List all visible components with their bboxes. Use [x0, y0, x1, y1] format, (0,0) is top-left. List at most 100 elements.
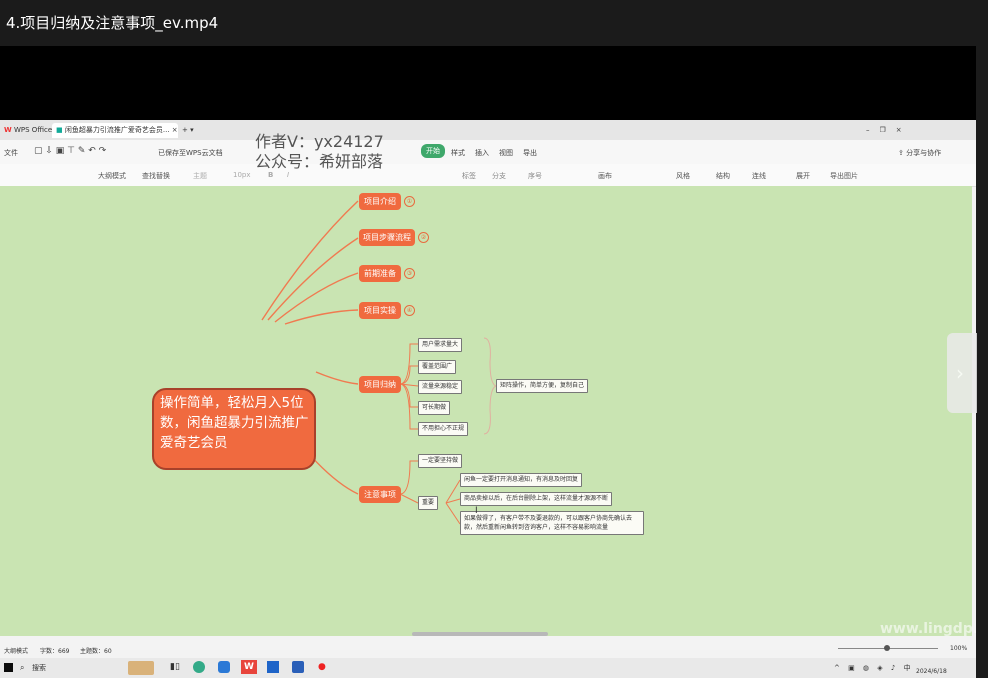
wps-status-bar: 大纲模式 字数：669 主题数：60 100% — [0, 636, 976, 658]
branch-practice[interactable]: 项目实操 — [359, 302, 401, 319]
badge-2: ② — [418, 232, 429, 243]
menu-tab-insert[interactable]: 插入 — [475, 148, 489, 158]
note-persist[interactable]: 一定要坚持做 — [418, 454, 463, 468]
tab-wps-label: WPS Office — [13, 126, 53, 134]
taskbar-search[interactable]: 搜索 — [32, 663, 46, 673]
mindmap-canvas[interactable]: 操作简单，轻松月入5位数，闲鱼超暴力引流推广爱奇艺会员 项目介绍 ① 项目步骤流… — [0, 186, 976, 637]
badge-4: ④ — [404, 305, 415, 316]
note-item-1[interactable]: 闲鱼一定要打开消息通知，有消息及时回复 — [460, 473, 583, 487]
tool-number[interactable]: 序号 — [528, 171, 542, 181]
player-title-bar: 4.项目归纳及注意事项_ev.mp4 — [0, 0, 988, 46]
connector-n2 — [399, 493, 419, 504]
record-icon[interactable]: ● — [318, 662, 326, 672]
zoom-slider-thumb[interactable] — [884, 645, 890, 651]
tool-expand[interactable]: 展开 — [796, 171, 810, 181]
tool-connector[interactable]: 连线 — [752, 171, 766, 181]
status-words: 字数：669 — [40, 648, 70, 655]
status-mode[interactable]: 大纲模式 — [4, 646, 28, 655]
tool-theme[interactable]: 主题 — [193, 171, 207, 181]
tool-bold[interactable]: B — [268, 171, 273, 179]
task-view-icon[interactable]: ▮▯ — [170, 662, 180, 672]
tab-document[interactable]: ■ 闲鱼超暴力引流推广爱奇艺会员... × — [52, 123, 178, 138]
connector-prep — [274, 272, 359, 323]
connector-intro — [261, 200, 359, 321]
windows-taskbar: ⌕ 搜索 ▮▯ W ● ^ ▣ ◍ ◈ ♪ 中 2024/6/18 — [0, 658, 976, 678]
branch-project-intro[interactable]: 项目介绍 — [359, 193, 401, 210]
share-icon: ⇪ — [898, 149, 904, 157]
branch-preparation[interactable]: 前期准备 — [359, 265, 401, 282]
mindmap-icon: ■ — [56, 126, 63, 134]
taskbar-widget-icon[interactable] — [128, 661, 154, 675]
share-button[interactable]: ⇪ 分享与协作 — [898, 148, 941, 158]
video-frame: W WPS Office ■ 闲鱼超暴力引流推广爱奇艺会员... × + ▾ –… — [0, 120, 976, 658]
menu-file[interactable]: 文件 — [4, 148, 18, 158]
windows-start-icon[interactable] — [4, 663, 13, 672]
tool-font-size[interactable]: 10px — [233, 171, 251, 179]
summary-item-5[interactable]: 不用担心不正规 — [418, 422, 469, 436]
editor-icon[interactable] — [292, 661, 304, 673]
summary-item-3[interactable]: 流量来源稳定 — [418, 380, 463, 394]
video-title: 4.项目归纳及注意事项_ev.mp4 — [6, 14, 219, 32]
mouse-cursor-icon: I — [475, 506, 478, 516]
tab-wps-office[interactable]: W WPS Office — [0, 123, 56, 138]
note-item-3[interactable]: 如果做得了，有客户带不及要退款的，可以跟客户协商先确认去款，然后重新闲鱼转到咨询… — [460, 511, 644, 535]
wps-tab-bar: W WPS Office ■ 闲鱼超暴力引流推广爱奇艺会员... × + ▾ –… — [0, 120, 976, 140]
tool-tag[interactable]: 标签 — [462, 171, 476, 181]
restore-icon[interactable]: ❐ — [880, 126, 896, 134]
branch-notes[interactable]: 注意事项 — [359, 486, 401, 503]
summary-item-4[interactable]: 可长期做 — [418, 401, 451, 415]
player-side-strip — [976, 46, 988, 678]
menu-tab-style[interactable]: 样式 — [451, 148, 465, 158]
branch-summary[interactable]: 项目归纳 — [359, 376, 401, 393]
site-watermark: www.lingdp.com — [880, 621, 976, 637]
tool-find-replace[interactable]: 查找替换 — [142, 171, 170, 181]
new-tab-button[interactable]: + ▾ — [178, 123, 198, 138]
search-icon[interactable]: ⌕ — [20, 663, 24, 673]
next-video-button[interactable]: › — [947, 333, 977, 413]
connector-practice — [284, 309, 359, 325]
app-icon[interactable] — [218, 661, 230, 673]
status-topic-count: 主题数：60 — [80, 648, 112, 655]
note-important[interactable]: 重要 — [418, 496, 439, 510]
connector-n5 — [445, 502, 461, 525]
cloud-save-status: 已保存至WPS云文档 — [158, 149, 223, 157]
window-controls[interactable]: –❐× — [862, 123, 916, 138]
tool-style[interactable]: 风格 — [676, 171, 690, 181]
tab-document-label: 闲鱼超暴力引流推广爱奇艺会员... — [64, 126, 170, 134]
tool-outline-mode[interactable]: 大纲模式 — [98, 171, 126, 181]
window-close-icon[interactable]: × — [896, 126, 912, 134]
tool-export-image[interactable]: 导出图片 — [830, 171, 858, 181]
screen-icon[interactable] — [267, 661, 279, 673]
quick-access-icons[interactable]: ▢ ⇩ ▣ ⊤ ✎ ↶ ↷ — [34, 146, 106, 156]
minimize-icon[interactable]: – — [866, 126, 880, 134]
central-topic[interactable]: 操作简单，轻松月入5位数，闲鱼超暴力引流推广爱奇艺会员 — [152, 388, 316, 470]
summary-bracket — [483, 337, 498, 435]
summary-note[interactable]: 矩阵操作，简单方便，复制自己 — [496, 379, 589, 393]
system-tray-icons[interactable]: ^ ▣ ◍ ◈ ♪ 中 — [834, 663, 914, 673]
wps-taskbar-icon[interactable]: W — [241, 660, 257, 674]
tool-italic[interactable]: I — [287, 171, 289, 179]
badge-1: ① — [404, 196, 415, 207]
branch-project-steps[interactable]: 项目步骤流程 — [359, 229, 415, 246]
close-icon[interactable]: × — [172, 126, 178, 134]
menu-tab-view[interactable]: 视图 — [499, 148, 513, 158]
note-item-2[interactable]: 商品卖掉以后，在后台删除上架，这样流量才源源不断 — [460, 492, 613, 506]
menu-tab-start[interactable]: 开始 — [421, 144, 445, 158]
wps-menu-bar: 文件 ▢ ⇩ ▣ ⊤ ✎ ↶ ↷ 已保存至WPS云文档 开始 样式 插入 视图 … — [0, 140, 976, 164]
author-watermark: 作者V：yx24127 公众号：希妍部落 — [255, 132, 384, 172]
chevron-right-icon: › — [956, 361, 964, 385]
wps-logo-icon: W — [4, 126, 12, 134]
summary-item-2[interactable]: 覆盖范围广 — [418, 360, 457, 374]
tool-branch[interactable]: 分支 — [492, 171, 506, 181]
status-zoom: 100% — [950, 645, 968, 652]
connector-s1 — [399, 343, 418, 385]
summary-item-1[interactable]: 用户需求量大 — [418, 338, 463, 352]
browser-icon[interactable] — [193, 661, 205, 673]
tool-canvas[interactable]: 画布 — [598, 171, 612, 181]
menu-tab-export[interactable]: 导出 — [523, 148, 537, 158]
connector-summary — [315, 371, 359, 385]
share-label: 分享与协作 — [906, 149, 942, 157]
tool-structure[interactable]: 结构 — [716, 171, 730, 181]
connector-n1 — [399, 460, 418, 495]
badge-3: ③ — [404, 268, 415, 279]
